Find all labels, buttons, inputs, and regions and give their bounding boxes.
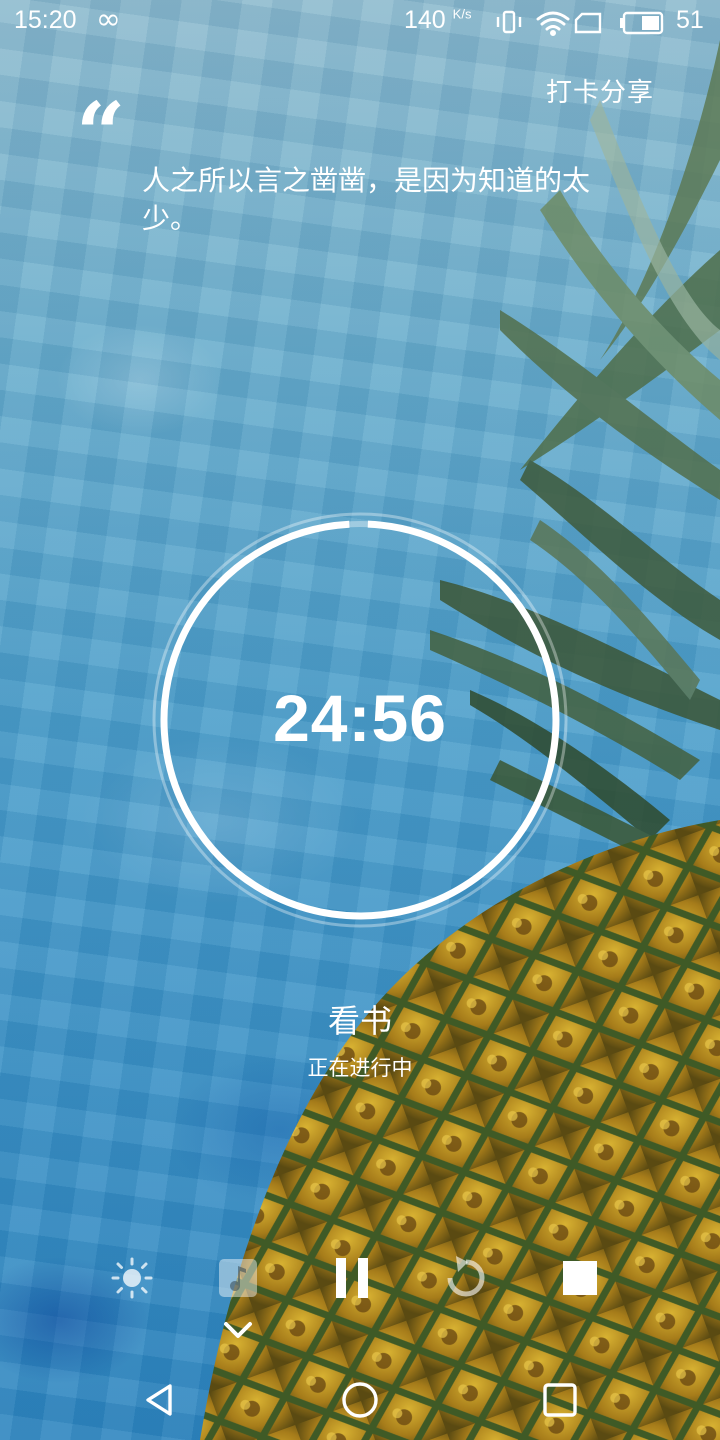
recents-button[interactable] [530,1372,590,1428]
task-name: 看书 [327,1002,392,1040]
network-speed-value: 140 [404,6,446,34]
network-speed-unit: K/s [452,6,472,22]
collapse-chevron-icon[interactable] [218,1316,258,1344]
stop-button[interactable] [550,1248,610,1308]
music-button[interactable] [208,1248,268,1308]
task-status: 正在进行中 [307,1056,413,1080]
vibrate-icon [496,10,522,34]
quote-mark-icon: “ [76,84,126,185]
status-icons [496,10,664,36]
restart-button[interactable] [436,1248,496,1308]
pause-button[interactable] [322,1248,382,1308]
home-button[interactable] [330,1372,390,1428]
check-in-share-button[interactable]: 打卡分享 [546,72,654,109]
stop-icon [563,1261,597,1295]
network-speed: 140 K/s [404,6,471,35]
pause-icon [336,1258,368,1298]
back-icon [146,1384,172,1416]
sim-icon [574,12,602,34]
back-button[interactable] [130,1372,190,1428]
timer-display: 24:56 [273,681,447,755]
battery-icon [620,11,664,35]
recents-icon [543,1383,577,1417]
status-bar: 15:20 ∞ 140 K/s 51 [0,0,720,46]
clock-time: 15:20 [14,6,77,34]
wifi-icon [536,11,570,36]
home-icon [342,1382,378,1418]
restart-icon [447,1256,485,1297]
brightness-icon [111,1257,153,1299]
music-icon [219,1259,257,1297]
infinity-icon: ∞ [96,2,121,37]
quote-text: 人之所以言之凿凿，是因为知道的太少。 [142,164,591,235]
brightness-button[interactable] [102,1248,162,1308]
battery-level: 51 [676,6,704,34]
